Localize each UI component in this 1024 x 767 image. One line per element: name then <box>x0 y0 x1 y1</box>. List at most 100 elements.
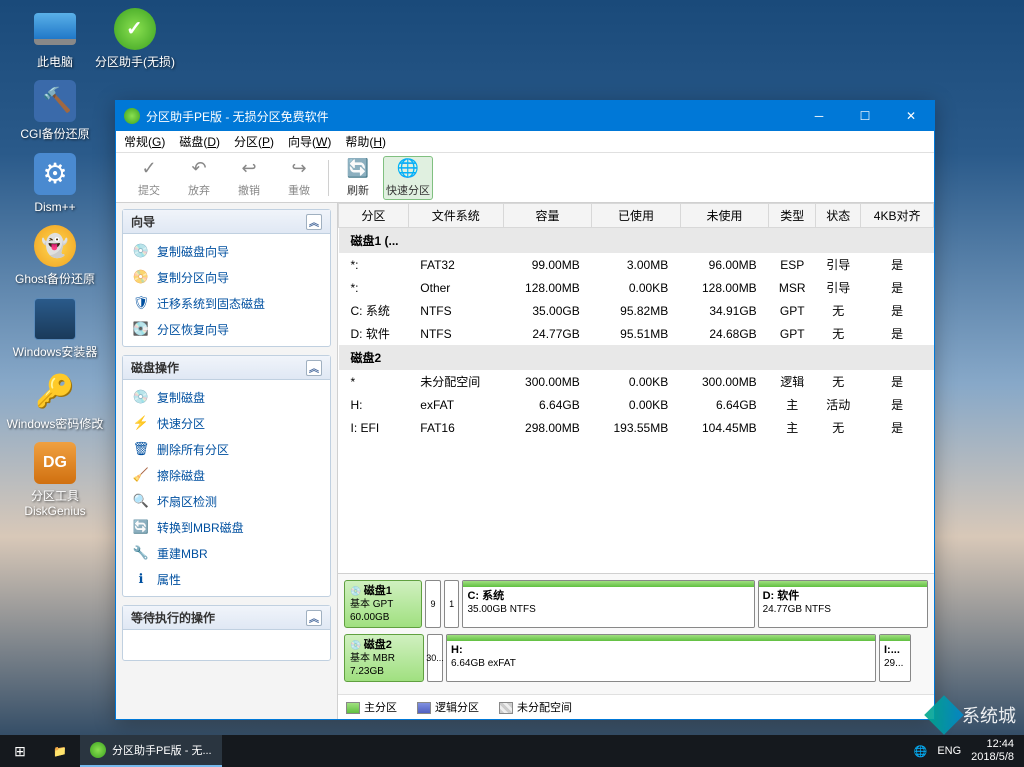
file-explorer-icon[interactable]: 📁 <box>40 735 80 767</box>
panel-item[interactable]: 📀复制分区向导 <box>123 264 330 290</box>
tiny-partition[interactable]: 1 <box>444 580 460 628</box>
tiny-partition[interactable]: 9 <box>425 580 441 628</box>
column-header[interactable]: 分区 <box>339 204 409 228</box>
partition-row[interactable]: D: 软件NTFS24.77GB95.51MB24.68GBGPT无是 <box>339 322 934 345</box>
toolbar-discard-button: ↶放弃 <box>174 156 224 200</box>
panel-item[interactable]: 🔧重建MBR <box>123 540 330 566</box>
desktop-icon-ghost-backup[interactable]: 👻Ghost备份还原 <box>5 222 105 286</box>
desktop-icon-diskgenius[interactable]: DG分区工具DiskGenius <box>5 439 105 518</box>
desktop-icon-cgi-backup[interactable]: CGI备份还原 <box>5 77 105 141</box>
item-icon: 🧹 <box>133 467 149 483</box>
start-button[interactable]: ⊞ <box>0 735 40 767</box>
unalloc-swatch <box>499 702 513 714</box>
partition-block[interactable]: H:6.64GB exFAT <box>446 634 876 682</box>
menu-向导[interactable]: 向导(W) <box>288 133 331 150</box>
titlebar[interactable]: 分区助手PE版 - 无损分区免费软件 ─ ☐ ✕ <box>116 101 934 131</box>
disk-bar[interactable]: 💿 磁盘2基本 MBR7.23GB30...H:6.64GB exFATI:..… <box>344 634 928 682</box>
menu-帮助[interactable]: 帮助(H) <box>345 133 386 150</box>
watermark: 系统城 <box>930 701 1016 729</box>
language-indicator[interactable]: ENG <box>937 745 961 757</box>
system-tray: 🌐 ENG 12:44 2018/5/8 <box>904 738 1024 764</box>
commit-icon: ✓ <box>138 158 160 180</box>
desktop-icon-win-pwd[interactable]: 🔑Windows密码修改 <box>5 367 105 431</box>
disk-header-row[interactable]: 磁盘1 (... <box>339 228 934 254</box>
taskbar: ⊞ 📁 分区助手PE版 - 无... 🌐 ENG 12:44 2018/5/8 <box>0 735 1024 767</box>
panel-item[interactable]: 🗑删除所有分区 <box>123 436 330 462</box>
partition-row[interactable]: *未分配空间300.00MB0.00KB300.00MB逻辑无是 <box>339 370 934 393</box>
desktop-icon-partition-assist[interactable]: 分区助手(无损) <box>85 5 185 69</box>
item-icon: 📀 <box>133 269 149 285</box>
disk-header-row[interactable]: 磁盘2 <box>339 345 934 370</box>
menu-分区[interactable]: 分区(P) <box>234 133 274 150</box>
column-header[interactable]: 已使用 <box>592 204 680 228</box>
panel-item[interactable]: 🔍坏扇区检测 <box>123 488 330 514</box>
diskops-panel: 磁盘操作 ︽ 💿复制磁盘⚡快速分区🗑删除所有分区🧹擦除磁盘🔍坏扇区检测🔄转换到M… <box>122 355 331 597</box>
column-header[interactable]: 类型 <box>769 204 816 228</box>
partition-row[interactable]: H:exFAT6.64GB0.00KB6.64GB主活动是 <box>339 393 934 416</box>
partition-row[interactable]: *:FAT3299.00MB3.00MB96.00MBESP引导是 <box>339 253 934 276</box>
column-header[interactable]: 文件系统 <box>408 204 503 228</box>
panel-item[interactable]: 💽分区恢复向导 <box>123 316 330 342</box>
item-icon: ⚡ <box>133 415 149 431</box>
item-icon: 🛡 <box>133 295 149 311</box>
wizard-panel: 向导 ︽ 💿复制磁盘向导📀复制分区向导🛡迁移系统到固态磁盘💽分区恢复向导 <box>122 209 331 347</box>
desktop-icon-win-installer[interactable]: Windows安装器 <box>5 295 105 359</box>
toolbar-quick-button[interactable]: 🌐快速分区 <box>383 156 433 200</box>
partition-assistant-window: 分区助手PE版 - 无损分区免费软件 ─ ☐ ✕ 常规(G) 磁盘(D) 分区(P)… <box>115 100 935 720</box>
menubar: 常规(G) 磁盘(D) 分区(P) 向导(W) 帮助(H) <box>116 131 934 153</box>
column-header[interactable]: 容量 <box>503 204 591 228</box>
collapse-icon[interactable]: ︽ <box>306 610 322 626</box>
column-header[interactable]: 4KB对齐 <box>861 204 934 228</box>
panel-item[interactable]: ℹ属性 <box>123 566 330 592</box>
panel-item[interactable]: 🛡迁移系统到固态磁盘 <box>123 290 330 316</box>
toolbar-refresh-button[interactable]: 🔄刷新 <box>333 156 383 200</box>
minimize-button[interactable]: ─ <box>796 101 842 131</box>
disk-bar[interactable]: 💿 磁盘1基本 GPT60.00GB91C: 系统35.00GB NTFSD: … <box>344 580 928 628</box>
desktop-icon-dism[interactable]: ⚙Dism++ <box>5 150 105 214</box>
column-header[interactable]: 未使用 <box>680 204 768 228</box>
partition-block[interactable]: D: 软件24.77GB NTFS <box>758 580 928 628</box>
panel-item[interactable]: 🧹擦除磁盘 <box>123 462 330 488</box>
menu-磁盘[interactable]: 磁盘(D) <box>179 133 220 150</box>
partition-row[interactable]: *:Other128.00MB0.00KB128.00MBMSR引导是 <box>339 276 934 299</box>
close-button[interactable]: ✕ <box>888 101 934 131</box>
discard-icon: ↶ <box>188 158 210 180</box>
panel-item[interactable]: 💿复制磁盘向导 <box>123 238 330 264</box>
toolbar-undo-button: ↩撤销 <box>224 156 274 200</box>
left-panel: 向导 ︽ 💿复制磁盘向导📀复制分区向导🛡迁移系统到固态磁盘💽分区恢复向导 磁盘操… <box>116 203 338 719</box>
primary-swatch <box>346 702 360 714</box>
menu-常规[interactable]: 常规(G) <box>124 133 165 150</box>
item-icon: 💿 <box>133 389 149 405</box>
tiny-partition[interactable]: 30... <box>427 634 443 682</box>
partition-block[interactable]: I:...29... <box>879 634 911 682</box>
redo-icon: ↪ <box>288 158 310 180</box>
partition-table: 分区文件系统容量已使用未使用类型状态4KB对齐 磁盘1 (...*:FAT329… <box>338 203 934 573</box>
collapse-icon[interactable]: ︽ <box>306 214 322 230</box>
item-icon: 🔄 <box>133 519 149 535</box>
item-icon: 💽 <box>133 321 149 337</box>
panel-item[interactable]: ⚡快速分区 <box>123 410 330 436</box>
panel-item[interactable]: 💿复制磁盘 <box>123 384 330 410</box>
toolbar-redo-button: ↪重做 <box>274 156 324 200</box>
wizard-panel-header[interactable]: 向导 ︽ <box>123 210 330 234</box>
diskops-panel-header[interactable]: 磁盘操作 ︽ <box>123 356 330 380</box>
refresh-icon: 🔄 <box>347 158 369 180</box>
item-icon: 🔍 <box>133 493 149 509</box>
logical-swatch <box>417 702 431 714</box>
column-header[interactable]: 状态 <box>816 204 861 228</box>
collapse-icon[interactable]: ︽ <box>306 360 322 376</box>
app-icon <box>90 742 106 758</box>
pending-panel: 等待执行的操作 ︽ <box>122 605 331 661</box>
pending-panel-header[interactable]: 等待执行的操作 ︽ <box>123 606 330 630</box>
partition-row[interactable]: C: 系统NTFS35.00GB95.82MB34.91GBGPT无是 <box>339 299 934 322</box>
network-icon[interactable]: 🌐 <box>914 745 928 758</box>
right-panel: 分区文件系统容量已使用未使用类型状态4KB对齐 磁盘1 (...*:FAT329… <box>338 203 934 719</box>
partition-row[interactable]: I: EFIFAT16298.00MB193.55MB104.45MB主无是 <box>339 416 934 439</box>
partition-block[interactable]: C: 系统35.00GB NTFS <box>462 580 754 628</box>
maximize-button[interactable]: ☐ <box>842 101 888 131</box>
panel-item[interactable]: 🔄转换到MBR磁盘 <box>123 514 330 540</box>
taskbar-app-button[interactable]: 分区助手PE版 - 无... <box>80 735 222 767</box>
window-title: 分区助手PE版 - 无损分区免费软件 <box>146 108 329 125</box>
undo-icon: ↩ <box>238 158 260 180</box>
clock[interactable]: 12:44 2018/5/8 <box>971 738 1014 764</box>
